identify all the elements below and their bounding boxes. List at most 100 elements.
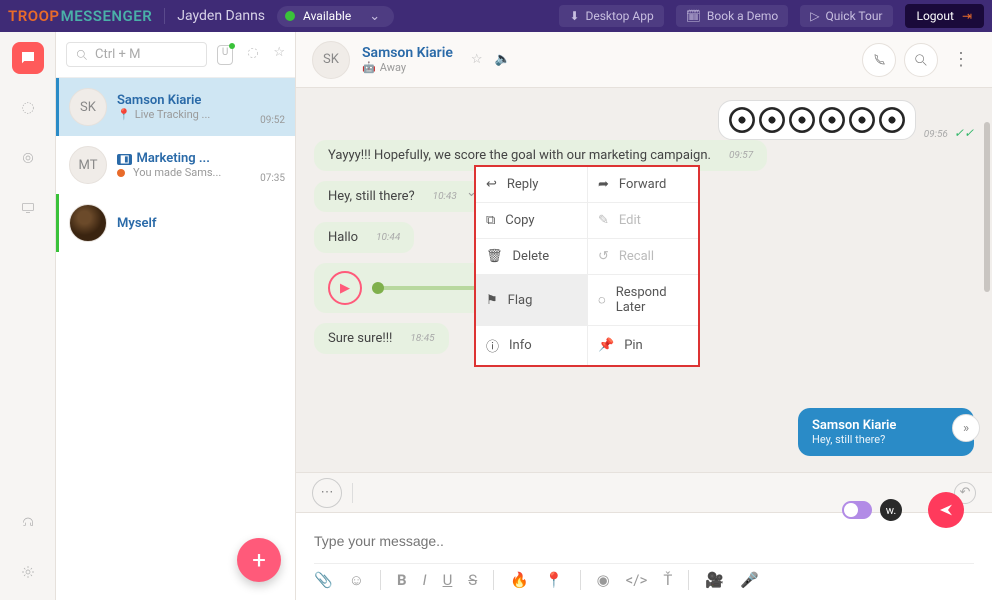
code-icon[interactable]: </> [626, 571, 648, 589]
rail-chat[interactable] [12, 42, 44, 74]
conv-name: Samson Kiarie [117, 93, 250, 108]
rail-headset[interactable] [12, 506, 44, 538]
soccer-icon [789, 107, 815, 133]
message-bubble[interactable]: Sure sure!!!18:45 [314, 323, 449, 354]
ctx-pin[interactable]: 📌Pin [587, 326, 698, 365]
ctx-delete[interactable]: 🗑Delete [476, 239, 587, 275]
msg-time: 09:57 [729, 150, 753, 161]
send-button[interactable] [928, 492, 964, 528]
dashed-circle-icon [245, 45, 261, 61]
toggle-switch[interactable] [842, 501, 872, 519]
composer: w. 📎 ☺ B I U S 🔥 📍 ◉ </> Ť [296, 512, 992, 600]
rail-screen[interactable] [12, 192, 44, 224]
scrollbar[interactable] [984, 122, 990, 292]
video-icon[interactable]: 🎥 [705, 571, 724, 589]
chat-avatar[interactable]: SK [312, 41, 350, 79]
chevrons-down-icon[interactable]: » [952, 414, 980, 442]
format-icon[interactable]: Ť [663, 571, 672, 589]
calendar-icon: 🗓 [686, 9, 701, 23]
context-menu: ↩Reply ➦Forward ⧉Copy ✎Edit 🗑Delete ↺Rec… [474, 165, 700, 367]
avatar: MT [69, 146, 107, 184]
filter-u-icon[interactable]: U [217, 45, 233, 65]
chat-icon [19, 49, 37, 67]
msg-time: 10:44 [376, 232, 400, 243]
quick-tour-button[interactable]: ▷ Quick Tour [800, 5, 892, 27]
android-icon: 🤖 [362, 61, 376, 74]
call-button[interactable] [862, 43, 896, 77]
search-icon [75, 48, 89, 62]
play-button[interactable]: ▶ [328, 271, 362, 305]
message-input[interactable] [314, 527, 974, 563]
rail-globe[interactable] [12, 92, 44, 124]
strike-icon[interactable]: S [468, 571, 477, 589]
avatar-initials: MT [79, 158, 98, 173]
status-selector[interactable]: Available ⌄ [277, 6, 394, 27]
chat-header: SK Samson Kiarie 🤖Away ☆ 🔈 ⋮ [296, 32, 992, 88]
more-horizontal-button[interactable]: ⋯ [312, 478, 342, 508]
monitor-icon [20, 200, 36, 216]
double-check-icon: ✓✓ [954, 126, 974, 140]
soccer-icon [849, 107, 875, 133]
conversation-marketing[interactable]: MT ◧Marketing ... You made Sams... 07:35 [56, 136, 295, 194]
message-bubble[interactable]: Hallo10:44 [314, 222, 414, 253]
gear-icon [20, 564, 36, 580]
globe-icon [20, 100, 36, 116]
chevron-down-icon: ⌄ [369, 9, 380, 24]
fire-icon[interactable]: 🔥 [510, 571, 529, 589]
msg-time: 09:56✓✓ [924, 126, 974, 140]
w-badge-icon[interactable]: w. [880, 499, 902, 521]
record-icon[interactable]: ◉ [597, 571, 610, 589]
ctx-reply[interactable]: ↩Reply [476, 167, 587, 203]
loading-icon[interactable] [245, 45, 261, 65]
ctx-forward[interactable]: ➦Forward [587, 167, 698, 203]
location-pin-icon[interactable]: 📍 [545, 571, 564, 589]
top-user: Jayden Danns [164, 8, 265, 24]
underline-icon[interactable]: U [443, 571, 453, 589]
logout-label: Logout [917, 9, 954, 23]
emoji-bubble[interactable] [718, 100, 916, 140]
msg-time: 10:43 [433, 191, 457, 202]
reply-name: Samson Kiarie [812, 418, 960, 433]
speaker-icon[interactable]: 🔈 [495, 52, 511, 67]
rail-settings[interactable] [12, 556, 44, 588]
ctx-respond-later[interactable]: ◌Respond Later [587, 275, 698, 326]
ctx-edit: ✎Edit [587, 203, 698, 239]
italic-icon[interactable]: I [423, 571, 427, 589]
conversation-samson[interactable]: SK Samson Kiarie 📍Live Tracking ... 09:5… [56, 78, 295, 136]
pencil-icon: ✎ [598, 213, 609, 228]
logout-button[interactable]: Logout ⇥ [905, 4, 985, 28]
ctx-copy[interactable]: ⧉Copy [476, 203, 587, 239]
star-outline-icon[interactable]: ☆ [471, 52, 483, 67]
logo: TROOP MESSENGER [8, 7, 152, 25]
message-bubble[interactable]: Hey, still there?10:43⌄ [314, 181, 483, 212]
ctx-flag[interactable]: ⚑Flag [476, 275, 587, 326]
rail-target[interactable] [12, 142, 44, 174]
conversation-myself[interactable]: Myself [56, 194, 295, 252]
search-input[interactable]: Ctrl + M [66, 42, 207, 67]
star-icon[interactable]: ☆ [273, 45, 285, 65]
more-vertical-icon[interactable]: ⋮ [946, 49, 976, 70]
msg-time: 18:45 [410, 333, 434, 344]
trash-icon: 🗑 [486, 249, 503, 264]
msg-text: Yayyy!!! Hopefully, we score the goal wi… [328, 148, 711, 163]
topbar: TROOP MESSENGER Jayden Danns Available ⌄… [0, 0, 992, 32]
clock-icon: ◌ [598, 292, 606, 308]
avatar: SK [69, 88, 107, 126]
ctx-info[interactable]: ⓘInfo [476, 326, 587, 365]
copy-icon: ⧉ [486, 213, 495, 228]
soccer-icon [879, 107, 905, 133]
desktop-app-button[interactable]: ⬇ Desktop App [559, 5, 663, 27]
pin-icon: 📌 [598, 338, 614, 353]
attach-icon[interactable]: 📎 [314, 571, 333, 589]
mic-icon[interactable]: 🎤 [740, 571, 759, 589]
chat-title: Samson Kiarie [362, 45, 453, 61]
book-demo-button[interactable]: 🗓 Book a Demo [676, 5, 789, 27]
nav-rail [0, 32, 56, 600]
search-chat-button[interactable] [904, 43, 938, 77]
new-chat-fab[interactable]: + [237, 538, 281, 582]
download-icon: ⬇ [569, 9, 579, 23]
reply-preview[interactable]: Samson Kiarie Hey, still there? » [798, 408, 974, 456]
send-icon [938, 502, 954, 518]
emoji-icon[interactable]: ☺ [349, 571, 364, 589]
bold-icon[interactable]: B [397, 571, 407, 589]
